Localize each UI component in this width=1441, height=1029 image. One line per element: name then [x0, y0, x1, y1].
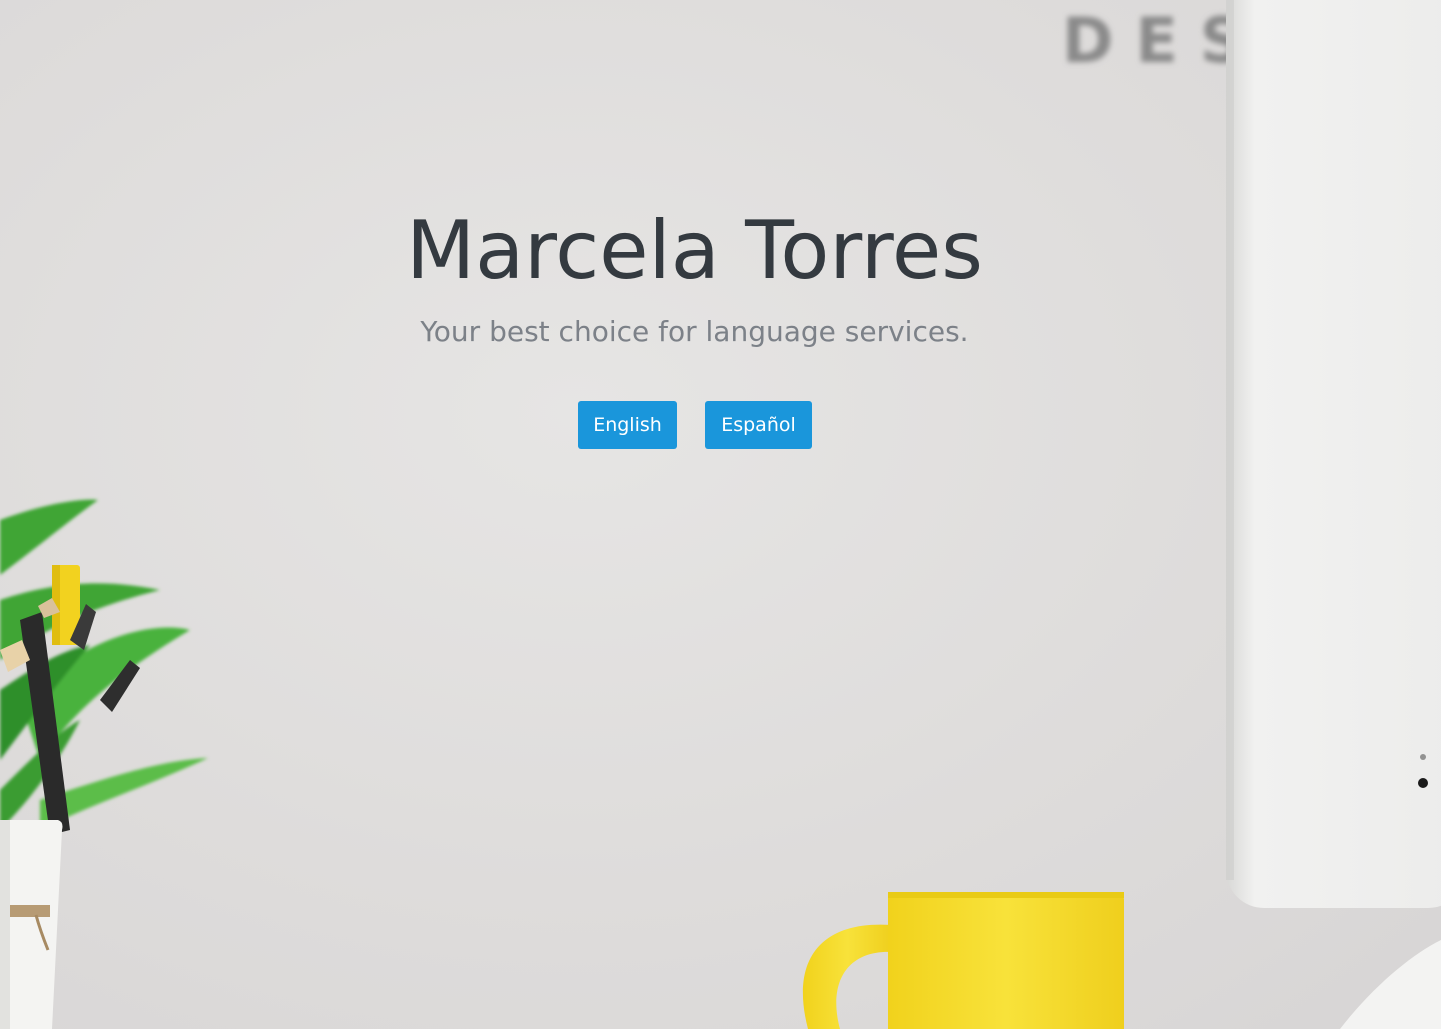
tagline: Your best choice for language services. [420, 315, 969, 348]
spanish-button[interactable]: Español [705, 401, 812, 449]
english-button[interactable]: English [578, 401, 677, 449]
hero-section: Marcela Torres Your best choice for lang… [0, 0, 1441, 1029]
page-title: Marcela Torres [406, 204, 983, 297]
